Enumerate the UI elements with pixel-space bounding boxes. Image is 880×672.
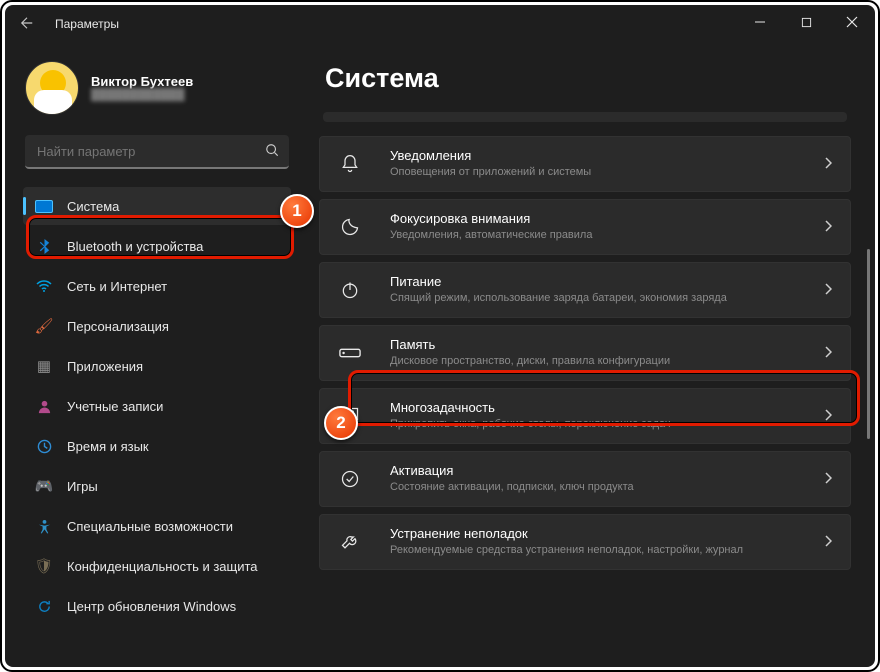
card-bell[interactable]: Уведомления Оповещения от приложений и си… bbox=[319, 136, 851, 192]
search-input[interactable] bbox=[35, 143, 265, 160]
card-storage[interactable]: Память Дисковое пространство, диски, прав… bbox=[319, 325, 851, 381]
card-desc: Прикрепить окна, рабочие столы, переключ… bbox=[390, 418, 810, 432]
ic-accounts-icon bbox=[35, 397, 53, 415]
ic-privacy-icon: 🛡 bbox=[35, 557, 53, 575]
sidebar-item-label: Учетные записи bbox=[67, 399, 163, 414]
check-icon bbox=[324, 469, 376, 489]
sidebar-item-label: Центр обновления Windows bbox=[67, 599, 236, 614]
chevron-right-icon bbox=[824, 409, 836, 424]
sidebar-item-10[interactable]: Центр обновления Windows bbox=[23, 587, 291, 625]
card-moon[interactable]: Фокусировка внимания Уведомления, автомат… bbox=[319, 199, 851, 255]
sidebar-item-label: Специальные возможности bbox=[67, 519, 233, 534]
card-title: Питание bbox=[390, 274, 810, 290]
profile-block[interactable]: Виктор Бухтеев ████████████ bbox=[23, 53, 291, 129]
card-desc: Дисковое пространство, диски, правила ко… bbox=[390, 355, 810, 369]
search-box[interactable] bbox=[25, 135, 289, 169]
maximize-button[interactable] bbox=[783, 5, 829, 43]
cards-list: Уведомления Оповещения от приложений и си… bbox=[319, 136, 851, 570]
ic-time-icon bbox=[35, 437, 53, 455]
card-desc: Спящий режим, использование заряда батар… bbox=[390, 292, 810, 306]
sidebar-item-8[interactable]: Специальные возможности bbox=[23, 507, 291, 545]
chevron-right-icon bbox=[824, 535, 836, 550]
sidebar-item-label: Персонализация bbox=[67, 319, 169, 334]
ic-bluetooth-icon bbox=[35, 237, 53, 255]
card-desc: Оповещения от приложений и системы bbox=[390, 166, 810, 180]
ic-system-icon bbox=[35, 200, 53, 213]
card-wrench[interactable]: Устранение неполадок Рекомендуемые средст… bbox=[319, 514, 851, 570]
sidebar-item-2[interactable]: Сеть и Интернет bbox=[23, 267, 291, 305]
sidebar-item-4[interactable]: ▦ Приложения bbox=[23, 347, 291, 385]
nav-list: Система Bluetooth и устройства Сеть и Инте… bbox=[23, 187, 291, 657]
sidebar-item-label: Приложения bbox=[67, 359, 143, 374]
card-desc: Рекомендуемые средства устранения непола… bbox=[390, 544, 810, 558]
chevron-right-icon bbox=[824, 472, 836, 487]
sidebar-item-7[interactable]: 🎮 Игры bbox=[23, 467, 291, 505]
titlebar: Параметры bbox=[5, 5, 875, 43]
chevron-right-icon bbox=[824, 283, 836, 298]
card-title: Фокусировка внимания bbox=[390, 211, 810, 227]
sidebar-item-9[interactable]: 🛡 Конфиденциальность и защита bbox=[23, 547, 291, 585]
page-title: Система bbox=[325, 63, 851, 94]
card-desc: Состояние активации, подписки, ключ прод… bbox=[390, 481, 810, 495]
minimize-button[interactable] bbox=[737, 5, 783, 43]
sidebar-item-label: Конфиденциальность и защита bbox=[67, 559, 258, 574]
sidebar-item-5[interactable]: Учетные записи bbox=[23, 387, 291, 425]
badge-step-1: 1 bbox=[280, 194, 314, 228]
close-button[interactable] bbox=[829, 5, 875, 43]
sidebar-item-6[interactable]: Время и язык bbox=[23, 427, 291, 465]
back-button[interactable] bbox=[9, 16, 45, 33]
main-pane: Система Уведомления Оповещения от приложе… bbox=[305, 43, 875, 667]
ic-personalization-icon: 🖌 bbox=[35, 317, 53, 335]
sidebar-item-label: Время и язык bbox=[67, 439, 149, 454]
profile-name: Виктор Бухтеев bbox=[91, 74, 193, 90]
card-power[interactable]: Питание Спящий режим, использование заряд… bbox=[319, 262, 851, 318]
search-icon bbox=[265, 143, 279, 160]
moon-icon bbox=[324, 217, 376, 237]
sidebar-item-0[interactable]: Система bbox=[23, 187, 291, 225]
chevron-right-icon bbox=[824, 157, 836, 172]
sidebar-item-label: Система bbox=[67, 199, 119, 214]
sidebar-item-1[interactable]: Bluetooth и устройства bbox=[23, 227, 291, 265]
previous-card-stub bbox=[323, 112, 847, 122]
wrench-icon bbox=[324, 532, 376, 552]
ic-network-icon bbox=[35, 277, 53, 295]
sidebar-item-label: Bluetooth и устройства bbox=[67, 239, 203, 254]
ic-apps-icon: ▦ bbox=[35, 357, 53, 375]
chevron-right-icon bbox=[824, 220, 836, 235]
card-title: Память bbox=[390, 337, 810, 353]
card-title: Многозадачность bbox=[390, 400, 810, 416]
window-title: Параметры bbox=[55, 17, 119, 31]
sidebar-item-label: Игры bbox=[67, 479, 98, 494]
chevron-right-icon bbox=[824, 346, 836, 361]
card-title: Уведомления bbox=[390, 148, 810, 164]
badge-step-2: 2 bbox=[324, 406, 358, 440]
card-check[interactable]: Активация Состояние активации, подписки, … bbox=[319, 451, 851, 507]
profile-email: ████████████ bbox=[91, 89, 193, 102]
avatar bbox=[25, 61, 79, 115]
sidebar-item-3[interactable]: 🖌 Персонализация bbox=[23, 307, 291, 345]
storage-icon bbox=[324, 345, 376, 361]
sidebar-item-label: Сеть и Интернет bbox=[67, 279, 167, 294]
power-icon bbox=[324, 280, 376, 300]
scrollbar-thumb[interactable] bbox=[867, 249, 870, 439]
card-title: Активация bbox=[390, 463, 810, 479]
ic-gaming-icon: 🎮 bbox=[35, 477, 53, 495]
card-multi[interactable]: Многозадачность Прикрепить окна, рабочие … bbox=[319, 388, 851, 444]
ic-update-icon bbox=[35, 597, 53, 615]
sidebar: Виктор Бухтеев ████████████ Система Bluet… bbox=[5, 43, 305, 667]
ic-accessibility-icon bbox=[35, 517, 53, 535]
card-title: Устранение неполадок bbox=[390, 526, 810, 542]
bell-icon bbox=[324, 154, 376, 174]
card-desc: Уведомления, автоматические правила bbox=[390, 229, 810, 243]
